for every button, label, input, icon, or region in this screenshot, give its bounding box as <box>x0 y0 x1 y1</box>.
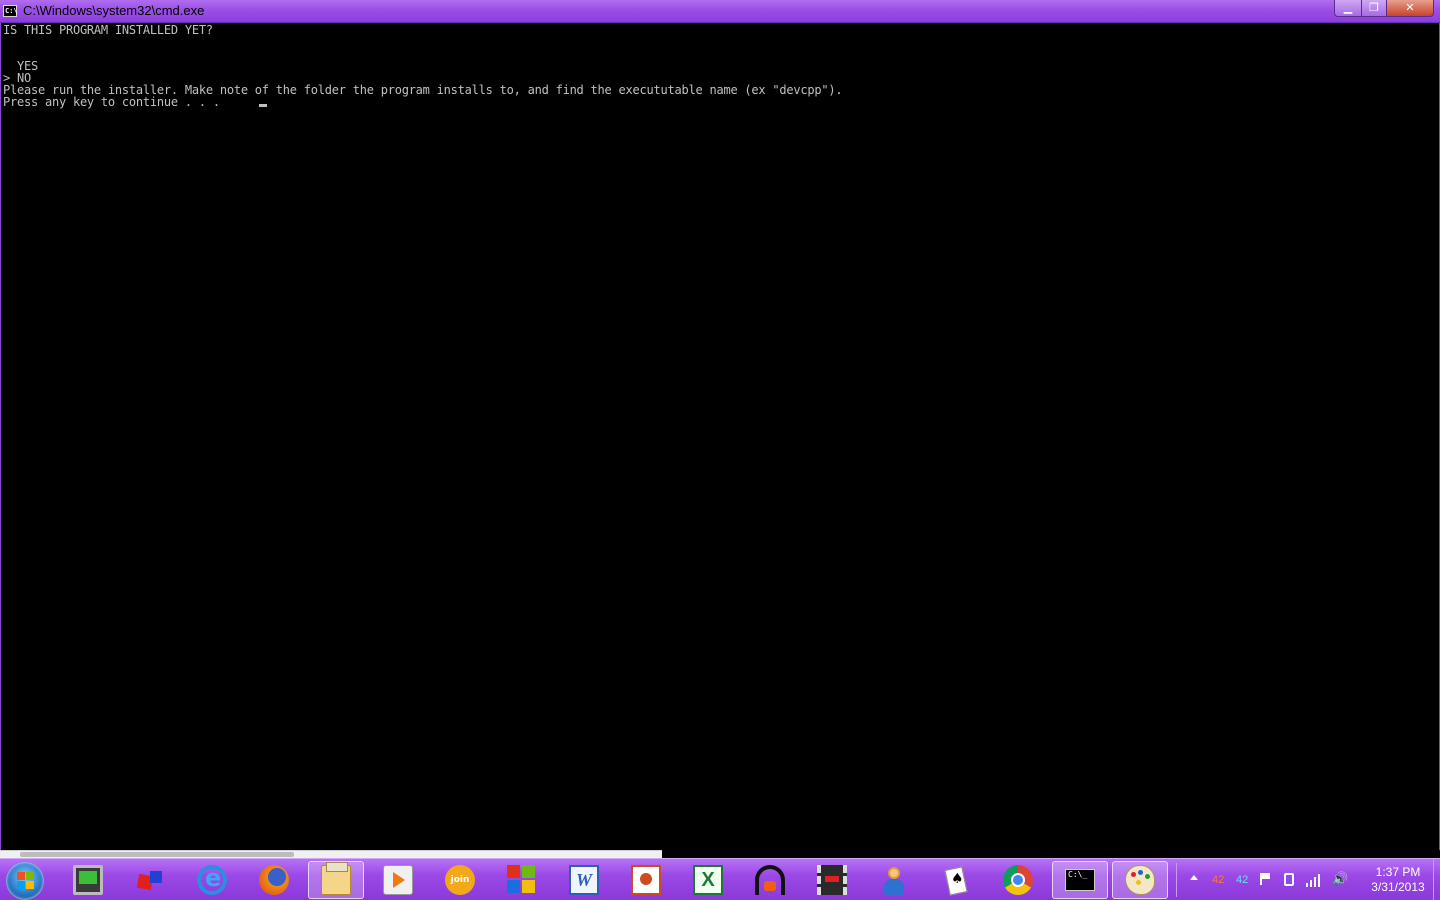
temperature-indicator-2[interactable]: 42 <box>1236 874 1248 886</box>
taskbar-item-cmd[interactable]: C:\_ <box>1052 861 1108 899</box>
power-icon[interactable] <box>1284 873 1294 886</box>
minimize-button[interactable]: ▁ <box>1334 0 1362 17</box>
taskbar-item-movie-maker[interactable] <box>804 861 860 899</box>
window-title: C:\Windows\system32\cmd.exe <box>23 3 205 18</box>
windows-start-icon <box>17 872 34 889</box>
maximize-button[interactable]: ❐ <box>1361 0 1387 17</box>
taskbar-item-word[interactable]: W <box>556 861 612 899</box>
taskbar-item-media-player[interactable] <box>370 861 426 899</box>
text-cursor <box>259 104 267 107</box>
taskbar-item-excel[interactable]: X <box>680 861 736 899</box>
taskbar-item-user[interactable] <box>866 861 922 899</box>
clock[interactable]: 1:37 PM 3/31/2013 <box>1360 865 1436 895</box>
show-hidden-icons-icon[interactable] <box>1190 875 1198 880</box>
tray-divider <box>1176 863 1177 897</box>
clock-date: 3/31/2013 <box>1371 880 1425 894</box>
movie-maker-icon <box>817 865 847 895</box>
network-signal-icon[interactable] <box>1306 873 1322 887</box>
window-title-bar[interactable]: C:\ C:\Windows\system32\cmd.exe ▁ ❐ ✕ <box>0 0 1440 23</box>
taskbar-item-office[interactable] <box>494 861 550 899</box>
paint-icon <box>1125 865 1155 895</box>
temperature-indicator-1[interactable]: 42 <box>1212 874 1224 886</box>
media-player-icon <box>383 865 413 895</box>
taskbar-item-windows-explorer[interactable] <box>308 861 364 899</box>
volume-icon[interactable]: 🔊 <box>1332 873 1348 887</box>
console-output-area[interactable]: IS THIS PROGRAM INSTALLED YET? YES > NO … <box>0 23 1440 850</box>
powerpoint-icon <box>631 865 661 895</box>
show-desktop-button[interactable] <box>1433 859 1440 900</box>
console-text: IS THIS PROGRAM INSTALLED YET? YES > NO … <box>3 23 843 109</box>
taskbar-item-computer[interactable] <box>60 861 116 899</box>
solitaire-icon <box>941 865 971 895</box>
office-icon <box>507 865 537 895</box>
taskbar-item-internet-explorer[interactable] <box>184 861 240 899</box>
close-button[interactable]: ✕ <box>1386 0 1434 17</box>
cmd-icon[interactable]: C:\ <box>3 5 18 17</box>
excel-icon: X <box>693 865 723 895</box>
taskbar-item-chrome[interactable] <box>990 861 1046 899</box>
start-button[interactable] <box>6 862 44 900</box>
system-tray: 42 42 🔊 1:37 PM 3/31/2013 <box>1176 859 1440 900</box>
games-icon <box>135 865 165 895</box>
firefox-icon <box>259 865 289 895</box>
taskbar-item-audio[interactable] <box>742 861 798 899</box>
user-icon <box>879 865 909 895</box>
headphones-icon <box>755 865 785 895</box>
joinme-icon: join me <box>445 865 475 895</box>
console-line: IS THIS PROGRAM INSTALLED YET? <box>3 23 213 37</box>
windows-explorer-icon <box>321 862 351 895</box>
cmd-icon: C:\_ <box>1065 869 1095 891</box>
taskbar-item-solitaire[interactable] <box>928 861 984 899</box>
word-icon: W <box>569 865 599 895</box>
taskbar-item-paint[interactable] <box>1112 861 1168 899</box>
computer-icon <box>73 865 103 895</box>
clock-time: 1:37 PM <box>1375 865 1421 879</box>
taskbar-item-powerpoint[interactable] <box>618 861 674 899</box>
taskbar: join me W X C:\_ 42 42 🔊 1:37 PM 3/31/20… <box>0 858 1440 900</box>
scrollbar-thumb[interactable] <box>20 852 294 857</box>
action-center-flag-icon[interactable] <box>1260 873 1272 885</box>
chrome-icon <box>1003 865 1033 895</box>
taskbar-item-joinme[interactable]: join me <box>432 861 488 899</box>
console-prompt: Press any key to continue . . . <box>3 95 227 109</box>
taskbar-item-firefox[interactable] <box>246 861 302 899</box>
taskbar-item-games[interactable] <box>122 861 178 899</box>
internet-explorer-icon <box>197 864 227 895</box>
